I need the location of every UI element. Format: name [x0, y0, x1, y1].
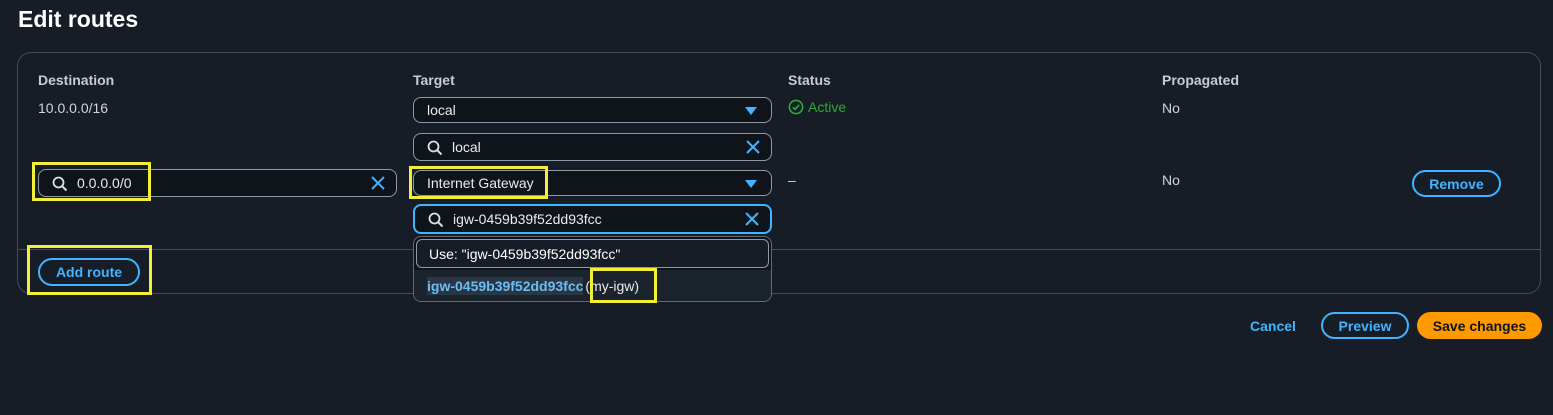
route-1-target-value: local — [427, 102, 456, 118]
route-2-target-search-text: igw-0459b39f52dd93fcc — [453, 211, 602, 227]
route-2-status: – — [788, 172, 796, 188]
route-2-target-value: Internet Gateway — [427, 175, 534, 191]
route-1-target-search-text: local — [452, 139, 481, 155]
column-header-target: Target — [413, 72, 455, 88]
column-header-propagated: Propagated — [1162, 72, 1240, 88]
route-1-destination: 10.0.0.0/16 — [38, 100, 109, 116]
save-changes-button[interactable]: Save changes — [1417, 312, 1542, 339]
caret-down-icon — [745, 180, 757, 188]
target-option-use-custom[interactable]: Use: "igw-0459b39f52dd93fcc" — [416, 239, 769, 268]
route-1-target-search-input[interactable]: local — [413, 133, 772, 161]
remove-route-button[interactable]: Remove — [1412, 170, 1501, 197]
route-2-destination-text: 0.0.0.0/0 — [77, 175, 132, 191]
target-dropdown-list: Use: "igw-0459b39f52dd93fcc" igw-0459b39… — [413, 236, 772, 302]
check-circle-icon — [788, 99, 804, 115]
caret-down-icon — [745, 107, 757, 115]
close-icon[interactable] — [745, 139, 761, 155]
panel-divider — [18, 249, 1540, 250]
close-icon[interactable] — [370, 175, 386, 191]
route-2-destination-input[interactable]: 0.0.0.0/0 — [38, 169, 397, 197]
column-header-status: Status — [788, 72, 831, 88]
target-option-name: (my-igw) — [585, 278, 640, 294]
search-icon — [52, 176, 68, 192]
target-option-match[interactable]: igw-0459b39f52dd93fcc (my-igw) — [414, 270, 771, 301]
page-title: Edit routes — [18, 6, 139, 32]
route-1-propagated: No — [1162, 100, 1180, 116]
route-2-target-search-input[interactable]: igw-0459b39f52dd93fcc — [413, 204, 772, 234]
route-2-propagated: No — [1162, 172, 1180, 188]
route-1-status: Active — [788, 99, 846, 115]
target-option-id: igw-0459b39f52dd93fcc — [427, 277, 584, 295]
preview-button[interactable]: Preview — [1321, 312, 1409, 339]
column-header-destination: Destination — [38, 72, 115, 88]
route-1-target-select[interactable]: local — [413, 97, 772, 123]
status-badge: Active — [808, 99, 847, 115]
route-2-target-select[interactable]: Internet Gateway — [413, 170, 772, 196]
search-icon — [427, 140, 443, 156]
add-route-button[interactable]: Add route — [38, 258, 140, 286]
close-icon[interactable] — [744, 211, 760, 227]
search-icon — [428, 212, 444, 228]
cancel-button[interactable]: Cancel — [1238, 312, 1308, 340]
